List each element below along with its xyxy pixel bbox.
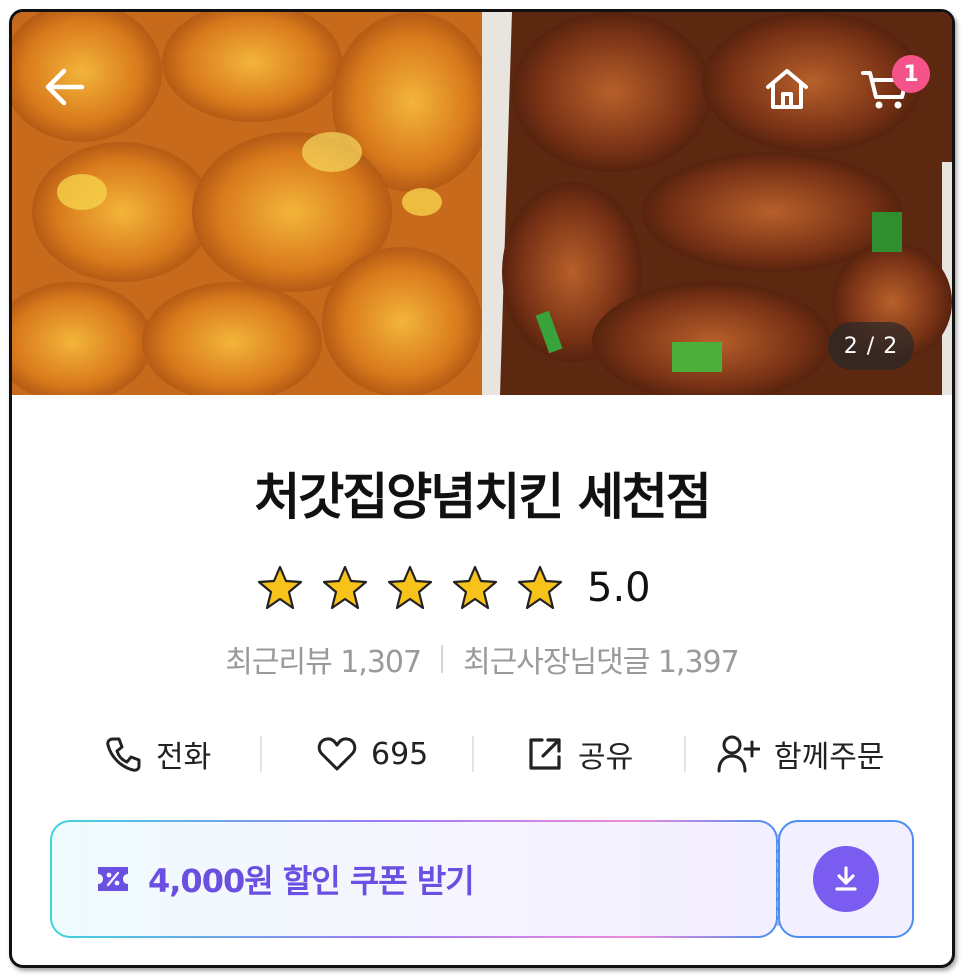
star-icon <box>452 565 498 610</box>
divider <box>441 645 444 673</box>
owner-replies-link[interactable]: 최근사장님댓글 1,397 <box>463 637 740 681</box>
recent-reviews-link[interactable]: 최근리뷰 1,307 <box>225 637 422 681</box>
download-icon <box>835 866 857 891</box>
star-icon <box>517 565 563 610</box>
coupon-label: 4,000원 할인 쿠폰 받기 <box>148 862 475 900</box>
action-bar: 전화 695 공유 함께주문 <box>12 724 952 784</box>
coupon-button[interactable]: 4,000원 할인 쿠폰 받기 <box>52 822 776 936</box>
share-icon <box>529 738 561 770</box>
app-frame: 1 2 / 2 처갓집양념치킨 세천점 5.0 최근리뷰 1,307 최근사장님… <box>9 9 955 968</box>
group-order-label: 함께주문 <box>774 740 885 775</box>
coupon-download-button[interactable] <box>778 820 914 938</box>
cart-count-badge: 1 <box>892 55 930 93</box>
divider <box>472 736 474 772</box>
store-name: 처갓집양념치킨 세천점 <box>254 468 711 526</box>
heart-icon <box>317 737 357 771</box>
group-order-button[interactable]: 함께주문 <box>716 724 884 784</box>
star-icon <box>257 565 303 610</box>
review-summary: 최근리뷰 1,307 최근사장님댓글 1,397 <box>12 637 952 681</box>
divider <box>260 736 262 772</box>
back-button[interactable] <box>42 67 112 127</box>
rating-value: 5.0 <box>587 565 651 611</box>
share-button[interactable]: 공유 <box>526 724 633 784</box>
add-person-icon <box>717 735 760 773</box>
share-label: 공유 <box>578 740 634 775</box>
home-button[interactable] <box>764 67 824 127</box>
store-photo[interactable]: 1 2 / 2 <box>12 12 952 395</box>
rating-row[interactable]: 5.0 <box>256 560 651 616</box>
like-count: 695 <box>371 736 429 772</box>
call-button[interactable]: 전화 <box>104 724 211 784</box>
download-circle <box>813 846 879 912</box>
like-button[interactable]: 695 <box>317 724 428 784</box>
divider <box>684 736 686 772</box>
star-icon <box>322 565 368 610</box>
coupon-icon <box>98 867 128 891</box>
star-icon <box>387 565 433 610</box>
back-arrow-icon <box>45 68 85 106</box>
call-label: 전화 <box>156 740 212 775</box>
photo-counter: 2 / 2 <box>828 322 914 370</box>
home-icon <box>766 69 808 109</box>
phone-icon <box>106 737 141 772</box>
